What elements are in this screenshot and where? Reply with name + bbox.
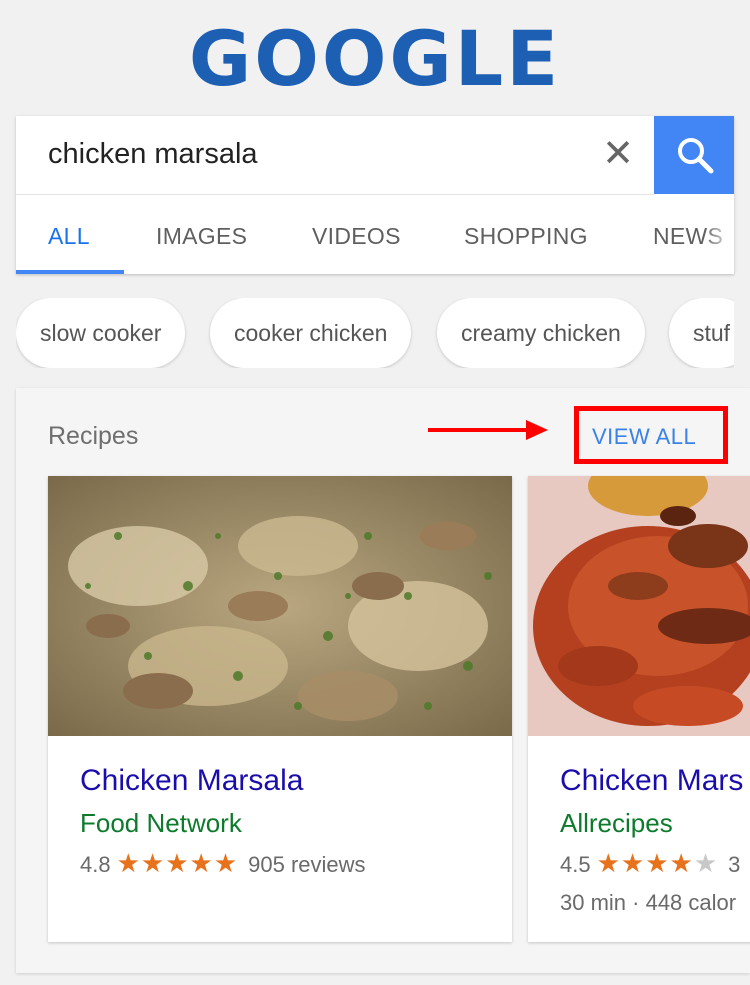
active-tab-indicator — [16, 270, 124, 274]
star-rating-icon: ★★★★★ — [116, 848, 239, 878]
recipe-source: Allrecipes — [560, 808, 673, 838]
tab-images[interactable]: IMAGES — [156, 223, 247, 250]
recipe-card[interactable]: Chicken Marsala Food Network 4.8 ★★★★★ 905… — [48, 476, 512, 942]
search-input[interactable]: chicken marsala — [48, 138, 258, 171]
recipe-title[interactable]: Chicken Mars — [560, 764, 743, 798]
chip-slow-cooker[interactable]: slow cooker — [16, 298, 186, 368]
recipe-source: Food Network — [80, 808, 242, 838]
recipes-panel: Recipes VIEW ALL Chicken Marsala Food Ne… — [16, 388, 750, 973]
star-rating-icon: ★★★★★ — [596, 848, 719, 878]
tab-videos[interactable]: VIDEOS — [312, 223, 401, 250]
search-icon — [678, 138, 714, 174]
red-arrow-annotation — [428, 420, 548, 440]
tab-shopping[interactable]: SHOPPING — [464, 223, 588, 250]
refinement-chips: slow cooker cooker chicken creamy chicke… — [16, 298, 734, 368]
recipe-rating: 4.8 ★★★★★ 905 reviews — [80, 848, 366, 879]
recipe-rating: 4.5 ★★★★★ 3 — [560, 848, 740, 879]
tab-all[interactable]: ALL — [48, 223, 90, 250]
search-tabs: ALL IMAGES VIDEOS SHOPPING NEWS — [16, 195, 734, 274]
rating-value: 4.5 — [560, 852, 591, 877]
recipe-title[interactable]: Chicken Marsala — [80, 764, 303, 798]
chip-cooker-chicken[interactable]: cooker chicken — [210, 298, 412, 368]
tab-fade — [704, 195, 734, 274]
recipe-image[interactable] — [528, 476, 750, 736]
google-logo[interactable]: GOOGLE — [0, 14, 750, 103]
search-button[interactable] — [654, 116, 734, 194]
recipes-heading: Recipes — [48, 422, 139, 450]
close-icon[interactable]: ✕ — [600, 134, 636, 176]
review-count: 905 reviews — [248, 852, 366, 877]
view-all-link[interactable]: VIEW ALL — [592, 424, 696, 450]
recipe-card[interactable]: Chicken Mars Allrecipes 4.5 ★★★★★ 3 30 min… — [528, 476, 750, 942]
search-card: chicken marsala ✕ ALL IMAGES VIDEOS SHOP… — [16, 116, 734, 274]
recipe-image[interactable] — [48, 476, 512, 736]
review-count: 3 — [728, 852, 741, 877]
chip-creamy-chicken[interactable]: creamy chicken — [437, 298, 645, 368]
rating-value: 4.8 — [80, 852, 111, 877]
chip-stuffed[interactable]: stuf — [669, 298, 734, 368]
logo-text: GOOGLE — [188, 14, 562, 103]
recipe-meta: 30 min · 448 calor — [560, 890, 737, 915]
